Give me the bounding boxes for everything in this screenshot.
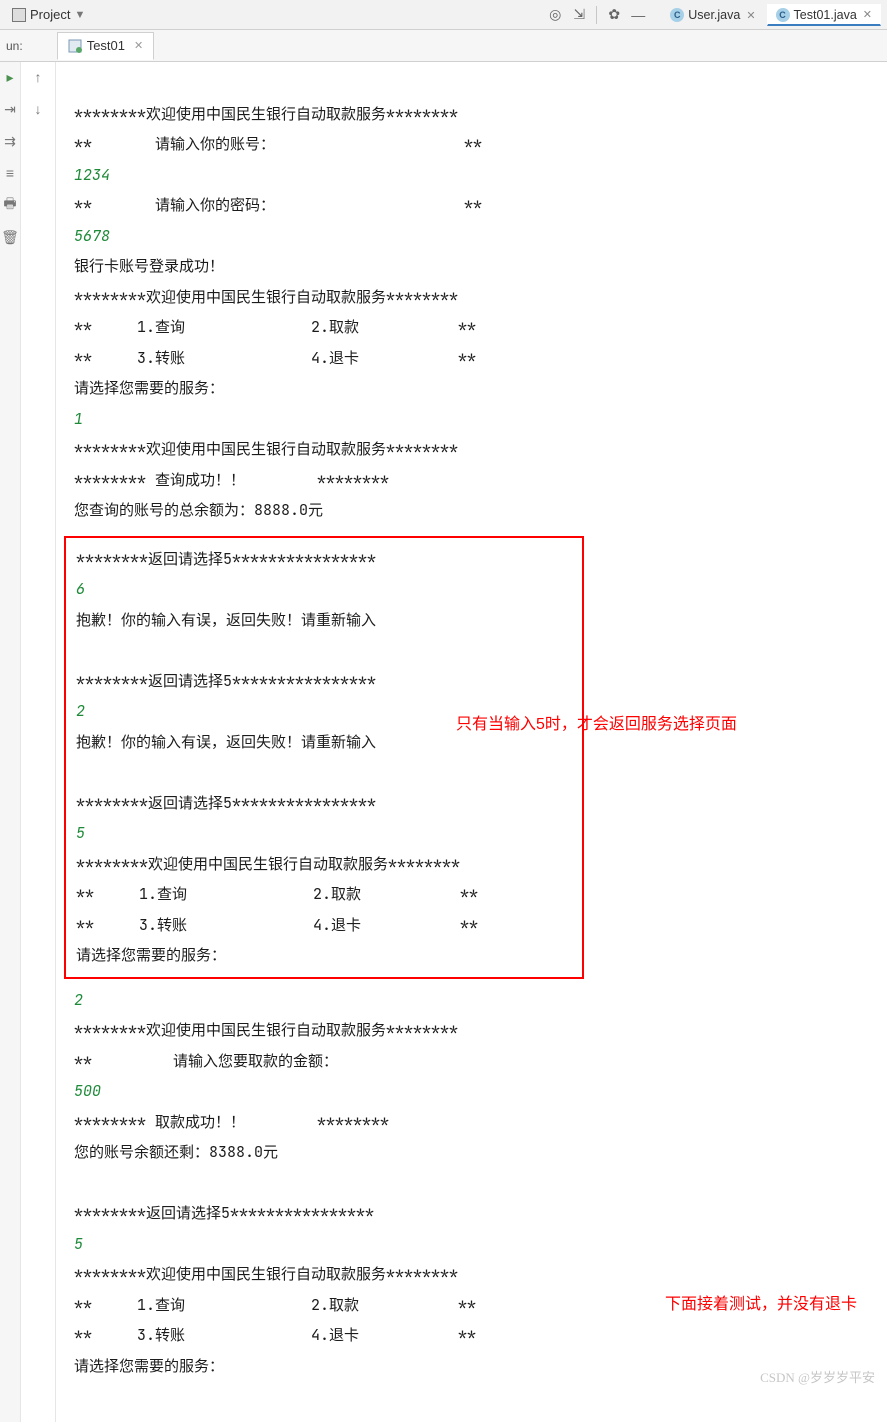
output-line: 抱歉！你的输入有误，返回失败！请重新输入 [76, 610, 376, 630]
run-bar: un: Test01 ✕ [0, 30, 887, 62]
project-label: Project [30, 7, 70, 22]
java-class-icon: C [776, 8, 790, 22]
close-icon[interactable]: ✕ [746, 9, 755, 22]
annotation-text: 下面接着测试，并没有退卡 [665, 1290, 857, 1321]
trash-icon[interactable]: 🗑 [1, 228, 19, 246]
toggle-icon[interactable]: ⇥ [1, 100, 19, 118]
output-line: ** 3.转账 4.退卡 ** [76, 915, 478, 935]
close-icon[interactable]: ✕ [863, 8, 872, 21]
output-line: ********欢迎使用中国民生银行自动取款服务******** [74, 287, 458, 307]
input-line: 5 [76, 823, 85, 843]
output-line: ********欢迎使用中国民生银行自动取款服务******** [76, 854, 460, 874]
input-line: 500 [74, 1081, 101, 1101]
run-config-icon [68, 39, 82, 53]
output-line: 请选择您需要的服务： [74, 378, 224, 398]
main-area: ▸ ⇥ ⇉ ≡ 🖶 🗑 ↑ ↓ ********欢迎使用中国民生银行自动取款服务… [0, 62, 887, 1422]
separator [596, 6, 597, 24]
tab-label: User.java [688, 8, 740, 22]
input-line: 6 [76, 579, 85, 599]
output-line: ********返回请选择5**************** [76, 793, 376, 813]
down-arrow-icon[interactable]: ↓ [29, 100, 47, 118]
annotation-box: ********返回请选择5**************** 6 抱歉！你的输入… [64, 536, 584, 979]
input-line: 1 [74, 409, 83, 429]
project-dropdown[interactable]: Project ▼ [6, 5, 91, 24]
project-icon [12, 8, 26, 22]
scroll-icon[interactable]: ≡ [1, 164, 19, 182]
run-tab-test01[interactable]: Test01 ✕ [57, 32, 155, 60]
close-icon[interactable]: ✕ [134, 39, 143, 52]
file-tabs: C User.java ✕ C Test01.java ✕ [661, 4, 881, 26]
output-line: 银行卡账号登录成功！ [74, 256, 224, 276]
input-line: 1234 [74, 165, 110, 185]
output-line: ** 1.查询 2.取款 ** [74, 317, 476, 337]
console-output[interactable]: ********欢迎使用中国民生银行自动取款服务******** ** 请输入你… [56, 62, 887, 1422]
run-icon[interactable]: ▸ [1, 68, 19, 86]
arrow-gutter: ↑ ↓ [21, 62, 56, 1422]
settings-icon[interactable]: ✿ [605, 6, 623, 24]
output-line: ********返回请选择5**************** [76, 549, 376, 569]
watermark: CSDN @岁岁岁平安 [760, 1367, 875, 1386]
output-line: ** 请输入您要取款的金额： [74, 1051, 338, 1071]
target-icon[interactable]: ◎ [546, 6, 564, 24]
output-line: ** 1.查询 2.取款 ** [74, 1295, 476, 1315]
output-line: ********欢迎使用中国民生银行自动取款服务******** [74, 439, 458, 459]
up-arrow-icon[interactable]: ↑ [29, 68, 47, 86]
output-line: ********欢迎使用中国民生银行自动取款服务******** [74, 104, 458, 124]
output-line: 请选择您需要的服务： [74, 1356, 224, 1376]
tab-test01-java[interactable]: C Test01.java ✕ [767, 4, 881, 26]
input-line: 5 [74, 1234, 83, 1254]
annotation-text: 只有当输入5时，才会返回服务选择页面 [456, 710, 737, 741]
tab-label: Test01.java [794, 8, 857, 22]
left-gutter: ▸ ⇥ ⇉ ≡ 🖶 🗑 [0, 62, 21, 1422]
output-line: ********欢迎使用中国民生银行自动取款服务******** [74, 1264, 458, 1284]
input-line: 2 [74, 990, 83, 1010]
minimize-icon[interactable]: — [629, 6, 647, 24]
output-line: ** 请输入你的密码： ** [74, 195, 482, 215]
output-line: 您查询的账号的总余额为：8888.0元 [74, 500, 323, 520]
input-line: 5678 [74, 226, 110, 246]
output-line: ** 3.转账 4.退卡 ** [74, 348, 476, 368]
run-tab-label: Test01 [87, 38, 125, 53]
java-class-icon: C [670, 8, 684, 22]
output-line: ********返回请选择5**************** [74, 1203, 374, 1223]
tab-user-java[interactable]: C User.java ✕ [661, 4, 764, 25]
output-line: 请选择您需要的服务： [76, 945, 226, 965]
output-line: ******** 取款成功！！ ******** [74, 1112, 389, 1132]
chevron-down-icon: ▼ [74, 9, 85, 21]
input-line: 2 [76, 701, 85, 721]
output-line: ** 3.转账 4.退卡 ** [74, 1325, 476, 1345]
print-icon[interactable]: 🖶 [1, 196, 19, 214]
output-line: ** 1.查询 2.取款 ** [76, 884, 478, 904]
output-line: ********欢迎使用中国民生银行自动取款服务******** [74, 1020, 458, 1040]
output-line: 抱歉！你的输入有误，返回失败！请重新输入 [76, 732, 376, 752]
wrap-icon[interactable]: ⇉ [1, 132, 19, 150]
output-line: ******** 查询成功！！ ******** [74, 470, 389, 490]
expand-icon[interactable]: ⇲ [570, 6, 588, 24]
output-line: ********返回请选择5**************** [76, 671, 376, 691]
run-label: un: [0, 39, 29, 53]
main-toolbar: Project ▼ ◎ ⇲ ✿ — C User.java ✕ C Test01… [0, 0, 887, 30]
output-line: 您的账号余额还剩：8388.0元 [74, 1142, 278, 1162]
output-line: ** 请输入你的账号： ** [74, 134, 482, 154]
